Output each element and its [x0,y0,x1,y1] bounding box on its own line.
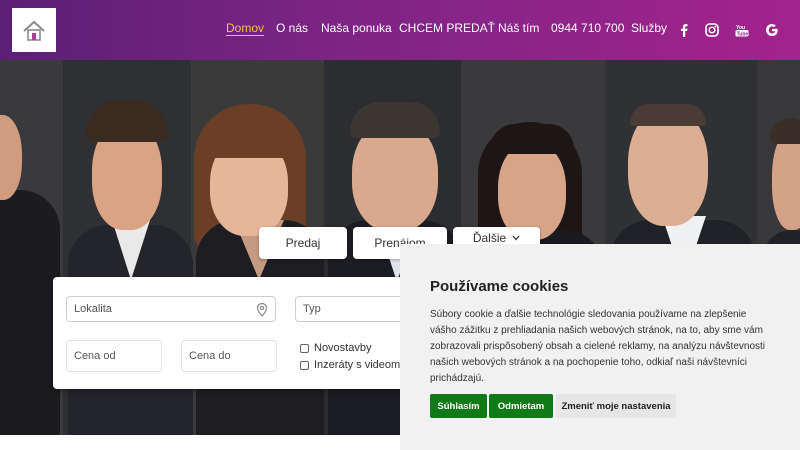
logo-house-icon [23,20,45,41]
location-input[interactable]: Lokalita [66,296,276,322]
price-from-input[interactable]: Cena od [66,340,162,372]
google-icon[interactable] [764,22,780,38]
facebook-icon[interactable] [676,22,692,38]
logo[interactable] [12,8,56,52]
nav-item-services[interactable]: Služby [631,21,667,35]
price-to-placeholder: Cena do [189,350,231,362]
price-from-placeholder: Cena od [74,350,116,362]
location-placeholder: Lokalita [74,303,112,315]
checkbox-box[interactable] [300,343,309,353]
type-placeholder: Typ [303,303,321,315]
price-to-input[interactable]: Cena do [181,340,277,372]
cookie-description: Súbory cookie a ďalšie technológie sledo… [430,309,766,384]
tab-sell[interactable]: Predaj [259,227,347,259]
new-buildings-label: Novostavby [314,342,372,354]
site-header: Domov O nás Naša ponuka CHCEM PREDAŤ Náš… [0,0,800,60]
chevron-down-icon [512,235,520,241]
tab-more-label: Ďalšie [472,231,507,245]
property-search-form: Lokalita Typ Cena od Cena do Novostavby … [53,277,425,389]
cookie-settings-button[interactable]: Zmeniť moje nastavenia [556,394,676,418]
cookie-consent-panel: Používame cookies Súbory cookie a ďalšie… [400,244,800,450]
nav-item-phone[interactable]: 0944 710 700 [551,21,624,35]
nav-item-about[interactable]: O nás [276,21,308,35]
nav-item-home[interactable]: Domov [226,21,264,35]
video-listings-label: Inzeráty s videom [314,359,401,371]
cookie-title: Používame cookies [430,278,569,295]
location-pin-icon [256,303,268,317]
nav-item-offer[interactable]: Naša ponuka [321,21,392,35]
instagram-icon[interactable] [704,22,720,38]
nav-item-team[interactable]: Náš tím [498,21,539,35]
youtube-icon[interactable]: You Tube [734,22,750,38]
checkbox-box[interactable] [300,360,309,370]
reject-cookies-button[interactable]: Odmietam [489,394,553,418]
svg-text:Tube: Tube [737,31,749,37]
nav-item-sell[interactable]: CHCEM PREDAŤ [399,21,495,35]
video-listings-checkbox[interactable]: Inzeráty s videom [300,359,400,371]
new-buildings-checkbox[interactable]: Novostavby [300,342,371,354]
accept-cookies-button[interactable]: Súhlasím [430,394,487,418]
